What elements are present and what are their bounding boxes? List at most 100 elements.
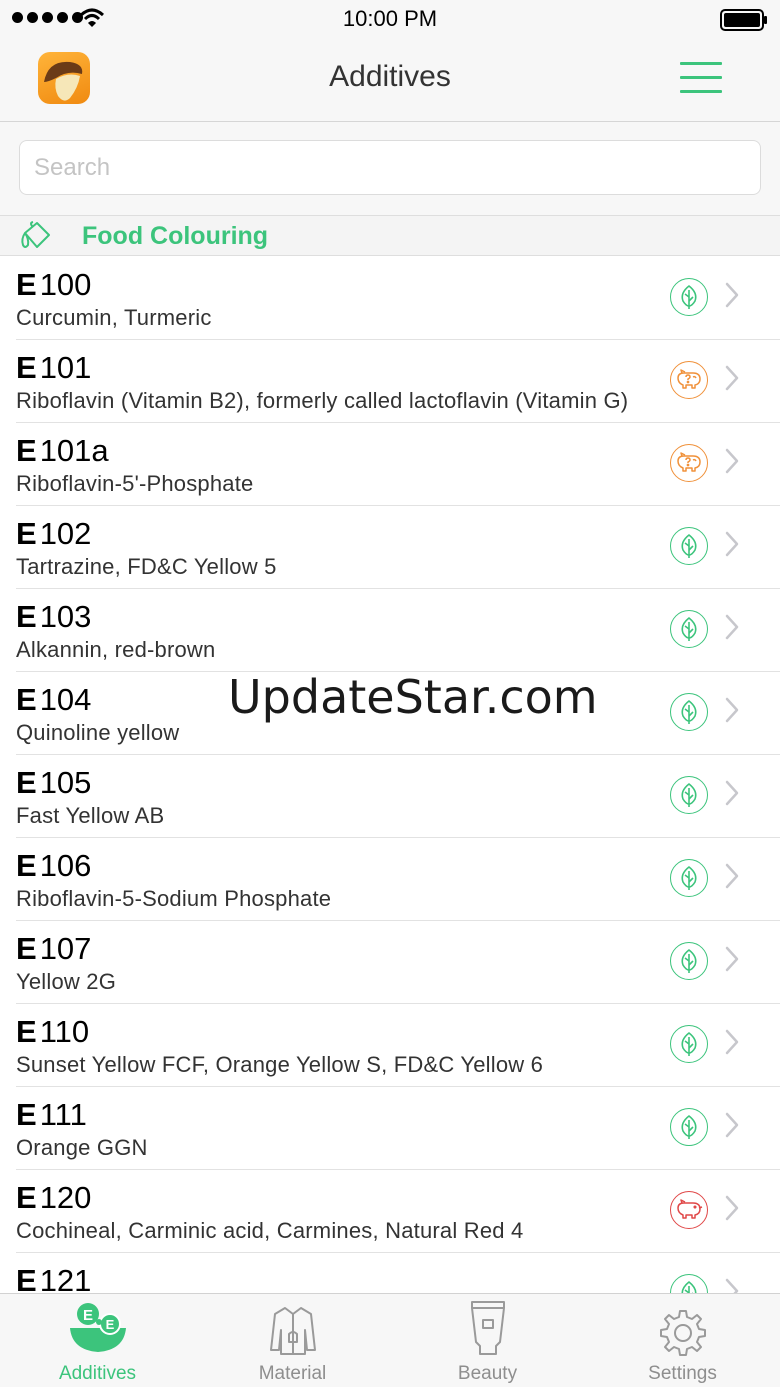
page-title: Additives: [329, 60, 451, 93]
pig-question-icon: [670, 444, 708, 482]
leaf-icon: [670, 776, 708, 814]
additive-code: E111: [16, 1097, 87, 1133]
additive-code: E101a: [16, 433, 109, 469]
list-item[interactable]: E100 Curcumin, Turmeric: [0, 257, 780, 340]
tab-label: Additives: [58, 1363, 137, 1384]
additive-prefix: E: [16, 1097, 37, 1132]
additive-description: Quinoline yellow: [16, 720, 180, 745]
tab-material[interactable]: Material: [195, 1294, 390, 1388]
additive-number: 107: [39, 931, 92, 966]
additive-number: 101: [39, 350, 92, 385]
chevron-right-icon: [725, 614, 739, 640]
leaf-icon: [670, 610, 708, 648]
search-bar: [0, 122, 780, 215]
additive-prefix: E: [16, 765, 37, 800]
tab-label: Material: [258, 1363, 327, 1384]
additive-prefix: E: [16, 350, 37, 385]
section-title: Food Colouring: [82, 222, 269, 250]
list-item[interactable]: E103 Alkannin, red-brown: [0, 589, 780, 672]
list-item[interactable]: E107 Yellow 2G: [0, 921, 780, 1004]
additive-number: 105: [39, 765, 92, 800]
additive-code: E104: [16, 682, 91, 718]
additive-number: 102: [39, 516, 92, 551]
jacket-icon: [269, 1307, 316, 1355]
additive-description: Tartrazine, FD&C Yellow 5: [16, 554, 277, 579]
gear-icon: [659, 1310, 706, 1356]
additive-number: 104: [39, 682, 92, 717]
list-item[interactable]: E104 Quinoline yellow: [0, 672, 780, 755]
additive-code: E106: [16, 848, 91, 884]
chevron-right-icon: [725, 365, 739, 391]
list-item[interactable]: E102 Tartrazine, FD&C Yellow 5: [0, 506, 780, 589]
additive-prefix: E: [16, 599, 37, 634]
additive-description: Cochineal, Carminic acid, Carmines, Natu…: [16, 1218, 524, 1243]
leaf-icon: [670, 942, 708, 980]
additive-prefix: E: [16, 433, 37, 468]
list-item[interactable]: E111 Orange GGN: [0, 1087, 780, 1170]
additive-description: Riboflavin-5'-Phosphate: [16, 471, 254, 496]
additive-number: 106: [39, 848, 92, 883]
additive-prefix: E: [16, 1014, 37, 1049]
additive-number: 103: [39, 599, 92, 634]
status-time: 10:00 PM: [342, 6, 438, 31]
battery-icon: [720, 9, 767, 31]
leaf-icon: [670, 527, 708, 565]
navigation-bar: Additives: [0, 40, 780, 122]
additive-description: Sunset Yellow FCF, Orange Yellow S, FD&C…: [16, 1052, 544, 1077]
chevron-right-icon: [725, 1195, 739, 1221]
additive-code: E107: [16, 931, 91, 967]
leaf-icon: [670, 1274, 708, 1293]
additive-number: 111: [39, 1097, 87, 1132]
additive-description: Yellow 2G: [16, 969, 117, 994]
additive-code: E101: [16, 350, 91, 386]
chevron-right-icon: [725, 531, 739, 557]
pig-icon: [670, 1191, 708, 1229]
list-item[interactable]: E121: [0, 1253, 780, 1293]
additive-number: 121: [39, 1263, 92, 1293]
leaf-icon: [670, 1108, 708, 1146]
tab-additives[interactable]: E E Additives: [0, 1294, 195, 1388]
additives-bowl-icon: E E: [69, 1303, 126, 1352]
tab-beauty[interactable]: Beauty: [390, 1294, 585, 1388]
chevron-right-icon: [725, 448, 739, 474]
additive-number: 120: [39, 1180, 92, 1215]
additive-code: E110: [16, 1014, 89, 1050]
status-bar: 10:00 PM: [0, 0, 780, 40]
additive-prefix: E: [16, 267, 37, 302]
additive-prefix: E: [16, 682, 37, 717]
list-item[interactable]: E105 Fast Yellow AB: [0, 755, 780, 838]
additive-description: Orange GGN: [16, 1135, 148, 1160]
chevron-right-icon: [725, 282, 739, 308]
additive-description: Fast Yellow AB: [16, 803, 165, 828]
additive-number: 100: [39, 267, 92, 302]
tab-label: Beauty: [457, 1363, 518, 1384]
additive-prefix: E: [16, 848, 37, 883]
list-item[interactable]: E120 Cochineal, Carminic acid, Carmines, …: [0, 1170, 780, 1253]
list-item[interactable]: E101 Riboflavin (Vitamin B2), formerly ca…: [0, 340, 780, 423]
tab-settings[interactable]: Settings: [585, 1294, 780, 1388]
additive-number: 101a: [39, 433, 109, 468]
leaf-icon: [670, 693, 708, 731]
menu-button[interactable]: [678, 58, 724, 98]
additive-prefix: E: [16, 931, 37, 966]
list-item[interactable]: E106 Riboflavin-5-Sodium Phosphate: [0, 838, 780, 921]
additive-code: E100: [16, 267, 91, 303]
search-input[interactable]: [19, 140, 761, 195]
additive-prefix: E: [16, 1180, 37, 1215]
additive-number: 110: [39, 1014, 90, 1049]
chevron-right-icon: [725, 946, 739, 972]
additive-code: E105: [16, 765, 91, 801]
list-item[interactable]: E110 Sunset Yellow FCF, Orange Yellow S, …: [0, 1004, 780, 1087]
svg-text:E: E: [105, 1317, 114, 1332]
tab-bar: E E Additives Material Beauty Settings: [0, 1293, 780, 1387]
additive-description: Riboflavin (Vitamin B2), formerly called…: [16, 388, 629, 413]
leaf-icon: [670, 278, 708, 316]
section-header: Food Colouring: [0, 215, 780, 256]
chevron-right-icon: [725, 780, 739, 806]
list-item[interactable]: E101a Riboflavin-5'-Phosphate: [0, 423, 780, 506]
additive-code: E120: [16, 1180, 91, 1216]
additive-description: Riboflavin-5-Sodium Phosphate: [16, 886, 332, 911]
chevron-right-icon: [725, 1278, 739, 1293]
leaf-icon: [670, 859, 708, 897]
additive-description: Curcumin, Turmeric: [16, 305, 212, 330]
